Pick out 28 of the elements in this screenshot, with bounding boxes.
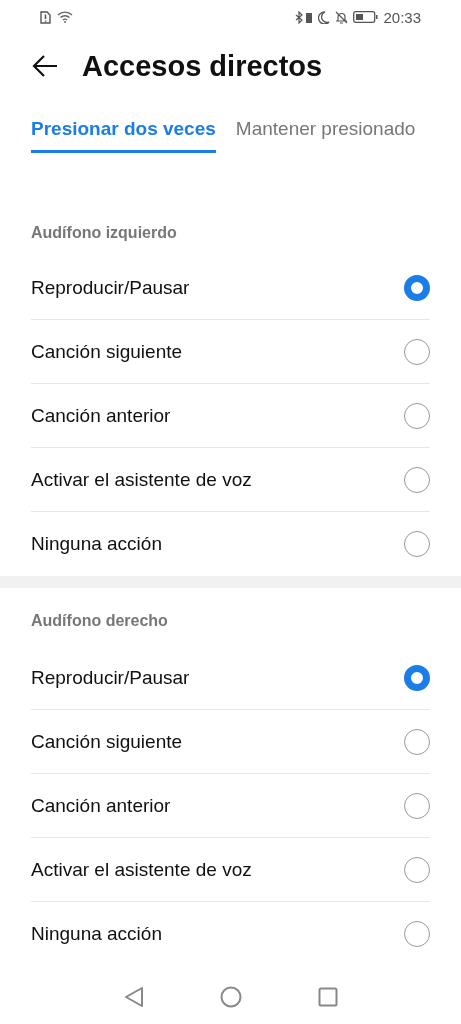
option-label[interactable]: Activar el asistente de voz: [31, 858, 252, 881]
section-header: Audífono derecho: [30, 611, 169, 631]
option-label[interactable]: Activar el asistente de voz: [31, 468, 252, 491]
wifi-icon: [57, 11, 73, 23]
tab[interactable]: Mantener presionado: [235, 118, 416, 153]
radio-button[interactable]: [404, 274, 430, 301]
back-nav-icon[interactable]: [123, 986, 144, 1008]
radio-button[interactable]: [404, 664, 430, 691]
moon-icon: [318, 10, 331, 24]
option-label[interactable]: Canción siguiente: [31, 730, 183, 753]
home-nav-icon[interactable]: [219, 986, 242, 1008]
option-label[interactable]: Canción anterior: [31, 404, 171, 427]
option-label[interactable]: Reproducir/Pausar: [31, 666, 190, 689]
section-header: Audífono izquierdo: [30, 223, 178, 243]
battery-icon: [353, 11, 379, 23]
bluetooth-battery-icon: [295, 10, 314, 24]
option-label[interactable]: Reproducir/Pausar: [31, 276, 190, 299]
page-title: Accesos directos: [82, 49, 323, 83]
option-label[interactable]: Canción siguiente: [31, 340, 183, 363]
option-label[interactable]: Ninguna acción: [31, 533, 162, 555]
recents-nav-icon[interactable]: [317, 987, 338, 1007]
bell-off-icon: [335, 10, 349, 24]
back-button[interactable]: [32, 55, 58, 77]
status-time: 20:33: [383, 8, 421, 26]
sim-alert-icon: [40, 10, 51, 24]
option-label[interactable]: Ninguna acción: [31, 923, 162, 945]
tab[interactable]: Presionar dos veces: [31, 118, 216, 153]
option-label[interactable]: Canción anterior: [31, 794, 171, 817]
